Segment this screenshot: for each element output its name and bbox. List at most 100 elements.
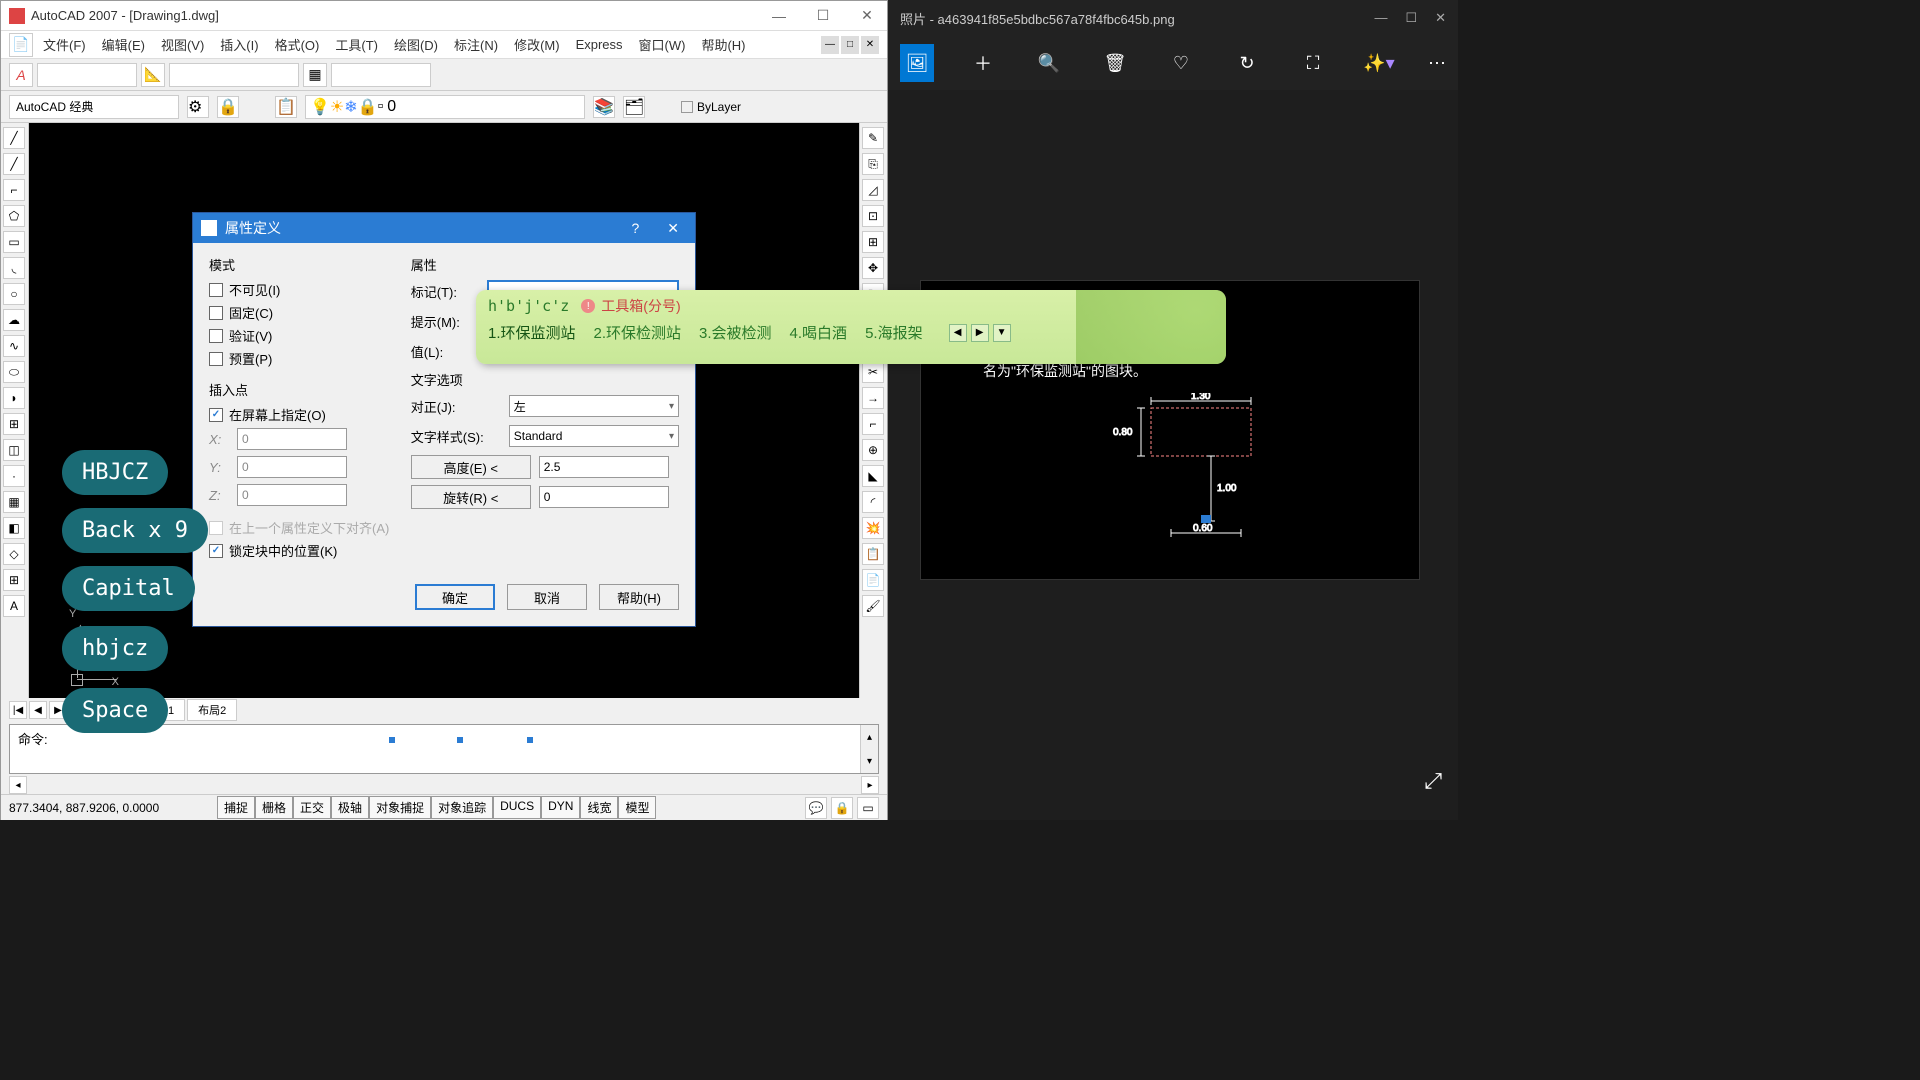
pline-tool[interactable]: ⌐ <box>3 179 25 201</box>
mtext-tool[interactable]: A <box>3 595 25 617</box>
tablestyle-icon[interactable]: ▦ <box>303 63 327 87</box>
block-tool[interactable]: ◫ <box>3 439 25 461</box>
grip-handle[interactable] <box>456 736 464 744</box>
tab-prev[interactable]: ◀ <box>29 701 47 719</box>
ime-next[interactable]: ▶ <box>971 324 989 342</box>
point-tool[interactable]: · <box>3 465 25 487</box>
close-button[interactable]: ✕ <box>855 4 879 28</box>
more-icon[interactable]: ⋯ <box>1428 53 1446 74</box>
join-tool[interactable]: ⊕ <box>862 439 884 461</box>
workspace-combo[interactable]: AutoCAD 经典 <box>9 95 179 119</box>
mdi-minimize[interactable]: — <box>821 36 839 54</box>
offset-tool[interactable]: ⊡ <box>862 205 884 227</box>
rotation-button[interactable]: 旋转(R) < <box>411 485 531 509</box>
ime-candidate-1[interactable]: 1.环保监测站 <box>488 322 576 343</box>
dyn-toggle[interactable]: DYN <box>541 796 580 819</box>
menu-file[interactable]: 文件(F) <box>37 33 92 56</box>
lock-pos-checkbox[interactable] <box>209 544 223 558</box>
invisible-checkbox[interactable] <box>209 283 223 297</box>
delete-icon[interactable]: 🗑 <box>1098 44 1132 82</box>
hscroll[interactable]: ◂ ▸ <box>9 776 879 794</box>
expand-icon[interactable]: ⤢ <box>1424 768 1442 794</box>
ime-prev[interactable]: ◀ <box>949 324 967 342</box>
ime-candidate-2[interactable]: 2.环保检测站 <box>594 322 682 343</box>
layer-prev-icon[interactable]: 📚 <box>593 96 615 118</box>
textstyle-combo[interactable] <box>37 63 137 87</box>
revcloud-tool[interactable]: ☁ <box>3 309 25 331</box>
textstyle-icon[interactable]: A <box>9 63 33 87</box>
workspace-settings-icon[interactable]: ⚙ <box>187 96 209 118</box>
menu-express[interactable]: Express <box>570 35 629 54</box>
erase-tool[interactable]: ✎ <box>862 127 884 149</box>
polar-toggle[interactable]: 极轴 <box>331 796 369 819</box>
layer-combo[interactable]: 💡☀❄🔒▫ 0 <box>305 95 585 119</box>
circle-tool[interactable]: ○ <box>3 283 25 305</box>
onscreen-checkbox[interactable] <box>209 408 223 422</box>
chamfer-tool[interactable]: ◣ <box>862 465 884 487</box>
help-button[interactable]: 帮助(H) <box>599 584 679 610</box>
maximize-button[interactable]: ☐ <box>811 4 835 28</box>
xline-tool[interactable]: ╱ <box>3 153 25 175</box>
mirror-tool[interactable]: ◿ <box>862 179 884 201</box>
tab-layout2[interactable]: 布局2 <box>187 699 237 721</box>
favorite-icon[interactable]: ♡ <box>1164 44 1198 82</box>
dimstyle-combo[interactable] <box>169 63 299 87</box>
copy-tool[interactable]: ⎘ <box>862 153 884 175</box>
add-icon[interactable]: ＋ <box>966 44 1000 82</box>
height-input[interactable]: 2.5 <box>539 456 669 478</box>
scroll-up[interactable]: ▴ <box>861 725 878 749</box>
ime-candidate-3[interactable]: 3.会被检测 <box>699 322 772 343</box>
layer-states-icon[interactable]: 🗂 <box>623 96 645 118</box>
matchprop-tool[interactable]: 🖌 <box>862 595 884 617</box>
photos-close[interactable]: ✕ <box>1435 10 1446 26</box>
move-tool[interactable]: ✥ <box>862 257 884 279</box>
dialog-titlebar[interactable]: 属性定义 ? ✕ <box>193 213 695 243</box>
insert-tool[interactable]: ⊞ <box>3 413 25 435</box>
photos-maximize[interactable]: ☐ <box>1405 10 1417 26</box>
verify-checkbox[interactable] <box>209 329 223 343</box>
dimstyle-icon[interactable]: 📐 <box>141 63 165 87</box>
ime-candidate-4[interactable]: 4.喝白酒 <box>790 322 848 343</box>
mdi-close[interactable]: ✕ <box>861 36 879 54</box>
lock-ui-icon[interactable]: 🔒 <box>831 797 853 819</box>
rotation-input[interactable]: 0 <box>539 486 669 508</box>
fillet-tool[interactable]: ◜ <box>862 491 884 513</box>
otrack-toggle[interactable]: 对象追踪 <box>431 796 493 819</box>
rotate-icon[interactable]: ↻ <box>1230 44 1264 82</box>
edit-icon[interactable]: ✨▾ <box>1362 44 1396 82</box>
hscroll-left[interactable]: ◂ <box>9 776 27 794</box>
grip-handle[interactable] <box>388 736 396 744</box>
tablestyle-combo[interactable] <box>331 63 431 87</box>
dialog-help-button[interactable]: ? <box>623 220 647 237</box>
ime-candidate-5[interactable]: 5.海报架 <box>865 322 923 343</box>
ducs-toggle[interactable]: DUCS <box>493 796 541 819</box>
menu-format[interactable]: 格式(O) <box>269 33 326 56</box>
justify-combo[interactable]: 左▾ <box>509 395 679 417</box>
tab-first[interactable]: |◀ <box>9 701 27 719</box>
array-tool[interactable]: ⊞ <box>862 231 884 253</box>
hatch-tool[interactable]: ▦ <box>3 491 25 513</box>
menu-insert[interactable]: 插入(I) <box>214 33 264 56</box>
grid-toggle[interactable]: 栅格 <box>255 796 293 819</box>
cancel-button[interactable]: 取消 <box>507 584 587 610</box>
clean-screen-icon[interactable]: ▭ <box>857 797 879 819</box>
gradient-tool[interactable]: ◧ <box>3 517 25 539</box>
layer-manager-icon[interactable]: 📋 <box>275 96 297 118</box>
workspace-lock-icon[interactable]: 🔒 <box>217 96 239 118</box>
trim-tool[interactable]: ✂ <box>862 361 884 383</box>
constant-checkbox[interactable] <box>209 306 223 320</box>
paste-tool[interactable]: 📄 <box>862 569 884 591</box>
ellipse-tool[interactable]: ⬭ <box>3 361 25 383</box>
menu-window[interactable]: 窗口(W) <box>633 33 692 56</box>
table-tool[interactable]: ⊞ <box>3 569 25 591</box>
menu-tools[interactable]: 工具(T) <box>329 33 384 56</box>
bylayer-combo[interactable]: ByLayer <box>681 100 741 114</box>
rectangle-tool[interactable]: ▭ <box>3 231 25 253</box>
mdi-restore[interactable]: □ <box>841 36 859 54</box>
menu-view[interactable]: 视图(V) <box>155 33 210 56</box>
extend-tool[interactable]: → <box>862 387 884 409</box>
dialog-close-button[interactable]: ✕ <box>659 220 687 237</box>
hscroll-track[interactable] <box>27 776 861 794</box>
copy-clip-tool[interactable]: 📋 <box>862 543 884 565</box>
crop-icon[interactable]: ⛶ <box>1296 44 1330 82</box>
